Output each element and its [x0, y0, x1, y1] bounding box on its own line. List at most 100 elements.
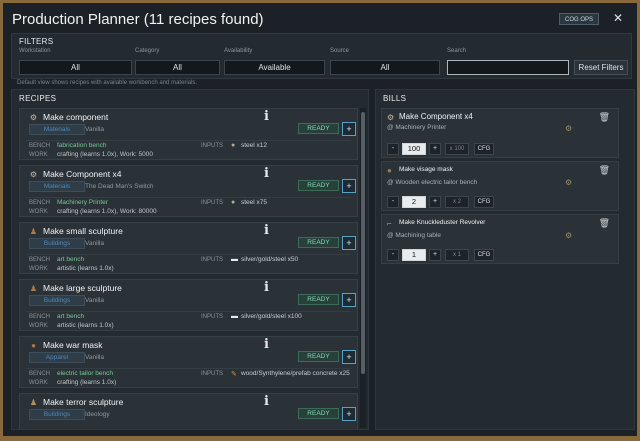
divider	[26, 311, 351, 312]
recipe-source: The Dead Man's Switch	[85, 183, 154, 190]
bench-key: BENCH	[29, 371, 51, 377]
increase-button[interactable]: +	[429, 249, 441, 261]
bill-title: Make Knuckleduster Revolver	[399, 219, 486, 226]
info-icon[interactable]: i	[264, 280, 269, 295]
gear-icon[interactable]: ⚙	[565, 124, 572, 133]
divider	[26, 368, 351, 369]
category-badge: Buildings	[29, 238, 85, 249]
recipe-title: Make small sculpture	[43, 226, 123, 236]
recipe-title: Make component	[43, 112, 109, 122]
bill-title: Make visage mask	[399, 166, 453, 173]
decrease-button[interactable]: -	[387, 249, 399, 261]
quantity-input[interactable]: 1	[402, 249, 426, 261]
mask-icon: ●	[387, 166, 392, 175]
inputs-key: INPUTS	[201, 143, 224, 149]
component-icon: ⚙	[29, 170, 38, 179]
steel-icon: ●	[231, 142, 236, 149]
cog-ops-button[interactable]: COG OPS	[558, 13, 599, 25]
config-button[interactable]: CFG	[474, 143, 494, 155]
divider	[26, 140, 351, 141]
quantity-input[interactable]: 100	[402, 143, 426, 155]
close-icon[interactable]: ✕	[613, 11, 623, 25]
bench-key: BENCH	[29, 257, 51, 263]
filters-title: FILTERS	[19, 37, 54, 46]
recipe-card: ⚙ Make Component x4 Materials The Dead M…	[19, 165, 358, 217]
recipe-work: crafting (learns 1.0x), Work: 80000	[57, 208, 157, 215]
recipes-scrollbar[interactable]	[360, 108, 366, 428]
increase-button[interactable]: +	[429, 143, 441, 155]
component-icon: ⚙	[387, 113, 395, 122]
add-bill-button[interactable]: +	[342, 293, 356, 307]
trash-icon[interactable]: 🗑	[599, 112, 610, 123]
recipe-inputs: steel x12	[241, 142, 268, 149]
bills-panel: BILLS ⚙ Make Component x4 @ Machinery Pr…	[375, 89, 635, 430]
info-icon[interactable]: i	[264, 394, 269, 409]
decrease-button[interactable]: -	[387, 196, 399, 208]
sculpture-icon: ♟	[29, 284, 38, 293]
info-icon[interactable]: i	[264, 223, 269, 238]
availability-select[interactable]: Available	[224, 60, 325, 75]
recipes-title: RECIPES	[19, 94, 57, 103]
workstation-select[interactable]: All	[19, 60, 132, 75]
add-bill-button[interactable]: +	[342, 236, 356, 250]
add-bill-button[interactable]: +	[342, 350, 356, 364]
silver-icon: ▬	[231, 313, 238, 320]
divider	[26, 254, 351, 255]
work-key: WORK	[29, 380, 48, 386]
inputs-key: INPUTS	[201, 314, 224, 320]
trash-icon[interactable]: 🗑	[599, 218, 610, 229]
silver-icon: ▬	[231, 256, 238, 263]
recipes-panel: RECIPES ⚙ Make component Materials Vanil…	[11, 89, 369, 430]
bill-card: ● Make visage mask @ Wooden electric tai…	[381, 161, 619, 211]
category-badge: Buildings	[29, 295, 85, 306]
gear-icon[interactable]: ⚙	[565, 178, 572, 187]
bill-bench: @ Machinery Printer	[387, 124, 447, 131]
scrollbar-thumb[interactable]	[361, 112, 365, 374]
workstation-label: Workstation	[19, 48, 51, 54]
inputs-key: INPUTS	[201, 257, 224, 263]
quantity-input[interactable]: 2	[402, 196, 426, 208]
info-icon[interactable]: i	[264, 166, 269, 181]
category-badge: Buildings	[29, 409, 85, 420]
source-select[interactable]: All	[330, 60, 440, 75]
bench-key: BENCH	[29, 143, 51, 149]
recipe-title: Make Component x4	[43, 169, 122, 179]
bills-title: BILLS	[383, 94, 407, 103]
reset-filters-button[interactable]: Reset Filters	[574, 60, 628, 75]
info-icon[interactable]: i	[264, 337, 269, 352]
gear-icon[interactable]: ⚙	[565, 231, 572, 240]
info-icon[interactable]: i	[264, 109, 269, 124]
component-icon: ⚙	[29, 113, 38, 122]
add-bill-button[interactable]: +	[342, 179, 356, 193]
trash-icon[interactable]: 🗑	[599, 165, 610, 176]
recipe-card: ♟ Make large sculpture Buildings Vanilla…	[19, 279, 358, 331]
search-input[interactable]	[447, 60, 569, 75]
config-button[interactable]: CFG	[474, 249, 494, 261]
add-bill-button[interactable]: +	[342, 407, 356, 421]
multiplier-button[interactable]: x 2	[445, 196, 469, 208]
source-label: Source	[330, 48, 350, 54]
recipe-title: Make large sculpture	[43, 283, 122, 293]
recipe-card: ● Make war mask Apparel Vanilla i READY …	[19, 336, 358, 388]
work-key: WORK	[29, 152, 48, 158]
steel-icon: ●	[231, 199, 236, 206]
bill-bench: @ Wooden electric tailor bench	[387, 179, 478, 186]
category-label: Category	[135, 48, 160, 54]
increase-button[interactable]: +	[429, 196, 441, 208]
multiplier-button[interactable]: x 100	[445, 143, 469, 155]
recipe-card: ⚙ Make component Materials Vanilla i REA…	[19, 108, 358, 160]
divider	[26, 197, 351, 198]
ready-status-badge: READY	[298, 180, 339, 191]
ready-status-badge: READY	[298, 237, 339, 248]
config-button[interactable]: CFG	[474, 196, 494, 208]
recipe-work: artistic (learns 1.0x)	[57, 265, 114, 272]
ready-status-badge: READY	[298, 123, 339, 134]
add-bill-button[interactable]: +	[342, 122, 356, 136]
multiplier-button[interactable]: x 1	[445, 249, 469, 261]
category-select[interactable]: All	[135, 60, 220, 75]
recipe-inputs: wood/Synthylene/prefab concrete x25	[241, 370, 350, 377]
wood-icon: ✎	[231, 371, 237, 378]
decrease-button[interactable]: -	[387, 143, 399, 155]
recipe-inputs: silver/gold/steel x50	[241, 256, 299, 263]
recipe-bench: Machinery Printer	[57, 199, 108, 206]
